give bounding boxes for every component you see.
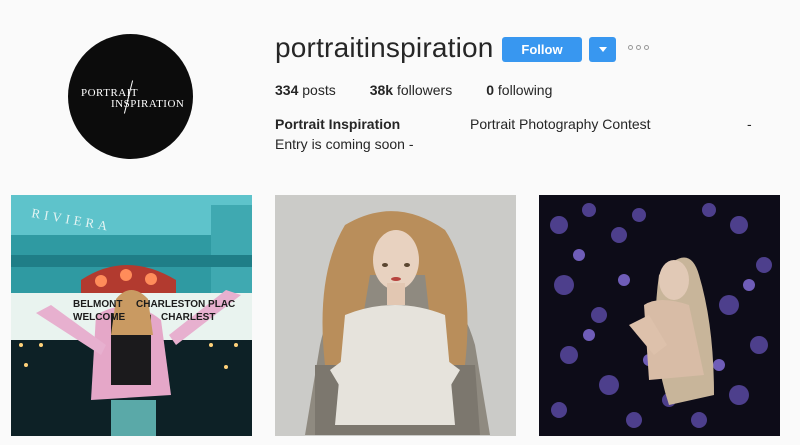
posts-count: 334 xyxy=(275,82,299,98)
post-image xyxy=(539,195,780,436)
marquee-text-charleston2: CHARLEST xyxy=(161,312,215,323)
follow-button[interactable]: Follow xyxy=(502,37,582,62)
following-stat[interactable]: 0 following xyxy=(486,82,552,98)
avatar-text-line2: INSPIRATION xyxy=(111,98,185,110)
post-thumbnail[interactable] xyxy=(539,195,780,436)
post-thumbnail[interactable]: BELMONT WELCOME CHARLESTON PLAC CHARLEST… xyxy=(11,195,252,436)
post-thumbnail[interactable] xyxy=(275,195,516,436)
followers-label: followers xyxy=(396,82,453,98)
more-dot-icon xyxy=(628,45,633,50)
marquee-text-welcome: WELCOME xyxy=(73,312,126,323)
posts-label: posts xyxy=(302,82,336,98)
followers-stat[interactable]: 38k followers xyxy=(370,82,453,98)
more-dot-icon xyxy=(636,45,641,50)
following-count: 0 xyxy=(486,82,495,98)
marquee-text-belmont: BELMONT xyxy=(73,299,122,310)
followers-count: 38k xyxy=(369,82,394,98)
profile-avatar: PORTRAIT INSPIRATION xyxy=(68,34,193,159)
post-image xyxy=(275,195,516,436)
suggested-dropdown-button[interactable] xyxy=(589,37,616,62)
marquee-text-charleston: CHARLESTON PLAC xyxy=(136,299,235,310)
bio-text-line2: Entry is coming soon - xyxy=(275,136,414,152)
following-label: following xyxy=(497,82,553,98)
more-dot-icon xyxy=(644,45,649,50)
more-options-button[interactable] xyxy=(628,45,649,50)
post-image: BELMONT WELCOME CHARLESTON PLAC CHARLEST… xyxy=(11,195,252,436)
profile-username: portraitinspiration xyxy=(275,32,494,63)
bio-text-line1: Portrait Photography Contest xyxy=(470,116,651,132)
posts-stat: 334 posts xyxy=(275,82,336,98)
profile-stats: 334 posts 38k followers 0 following xyxy=(275,82,586,98)
bio-dash: - xyxy=(747,116,752,132)
profile-full-name: Portrait Inspiration xyxy=(275,116,401,132)
caret-down-icon xyxy=(598,47,607,52)
